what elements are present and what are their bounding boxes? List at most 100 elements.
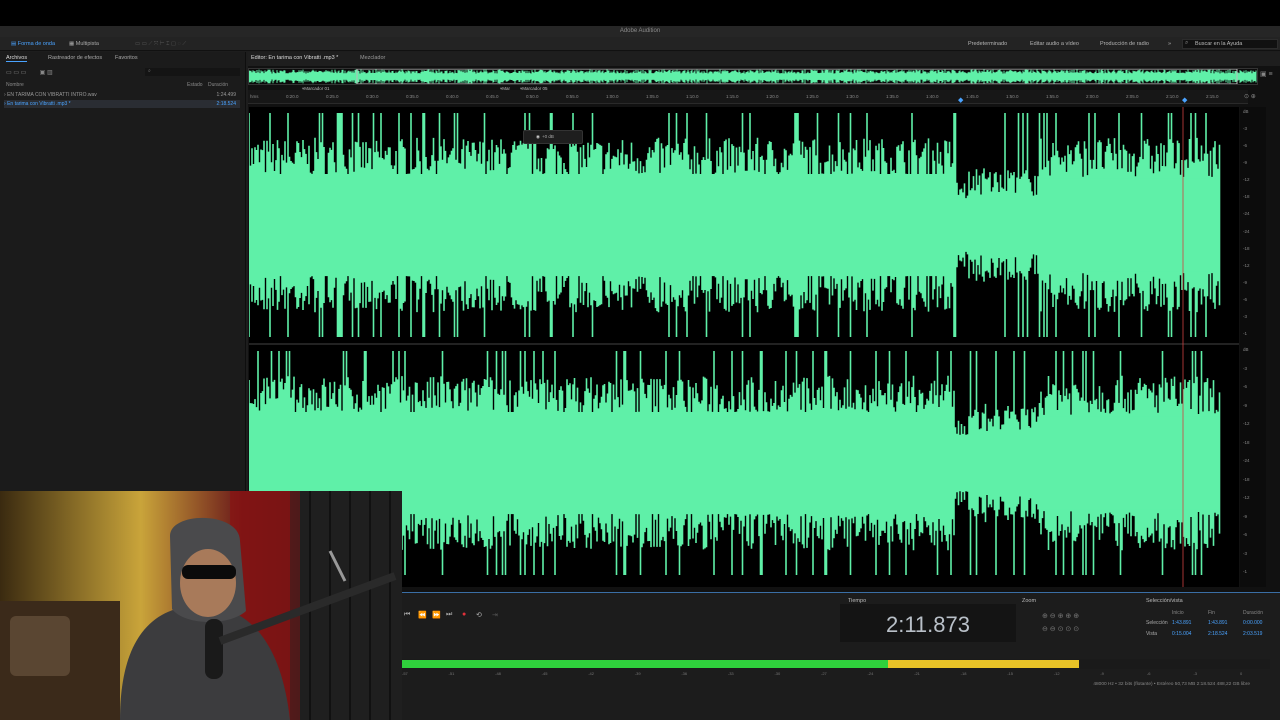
- top-black-bar: [0, 0, 1280, 26]
- waveform-body: [249, 174, 954, 277]
- selection-panel-title: Selección/vista: [1146, 598, 1183, 604]
- meter-scale-label: -45: [541, 671, 548, 676]
- db-scale-label: -3: [1243, 313, 1248, 319]
- selection-start-value[interactable]: 1:43.891: [1172, 620, 1191, 626]
- help-search-input[interactable]: Buscar en la Ayuda: [1182, 39, 1278, 49]
- marker-label[interactable]: ▾Marcador 05: [520, 86, 548, 92]
- db-scale-label: -3: [1243, 126, 1248, 132]
- tab-editor[interactable]: Editor: En tarima con Vibratti .mp3 *: [251, 55, 338, 61]
- sel-col-duration: Duración: [1243, 610, 1264, 616]
- zoom-buttons[interactable]: ⊕ ⊖ ⊕ ⊕ ⊕ ⊖ ⊖ ⊙ ⊙ ⊙: [1042, 610, 1079, 636]
- workspace-default[interactable]: Predeterminado: [968, 39, 1007, 49]
- db-scale-label: -9: [1243, 513, 1248, 519]
- selection-duration-value[interactable]: 0:00.000: [1243, 620, 1262, 626]
- record-icon[interactable]: ●: [462, 611, 466, 618]
- view-start-value[interactable]: 0:15.004: [1172, 631, 1191, 637]
- column-status-header[interactable]: Estado: [187, 82, 203, 88]
- db-scale-label: -1: [1243, 331, 1248, 336]
- db-scale-label: -9: [1243, 402, 1248, 408]
- playhead-handle[interactable]: ◆: [1182, 96, 1187, 104]
- ruler-tick-label: 1:30.0: [846, 94, 859, 99]
- zoom-fit-icon[interactable]: ▣ ≡: [1260, 70, 1273, 78]
- search-icon: ⌕: [1185, 40, 1189, 46]
- ruler-tick-label: 2:10.0: [1166, 94, 1179, 99]
- workspace-radio[interactable]: Producción de radio: [1100, 39, 1149, 49]
- ruler-units: hms: [250, 94, 259, 99]
- ruler-tick-label: 0:55.0: [566, 94, 579, 99]
- waveform-mode-button[interactable]: ▤ Forma de onda: [8, 39, 58, 49]
- current-time-display: 2:11.873: [840, 604, 1016, 642]
- view-end-value[interactable]: 2:18.524: [1208, 631, 1227, 637]
- meter-scale-label: -3: [1193, 671, 1197, 676]
- file-row[interactable]: › EN TARIMA CON VIBRATTI INTRO.wav 1:24.…: [4, 91, 240, 99]
- db-scale-label: -1: [1243, 569, 1248, 574]
- tab-mixer[interactable]: Mezclador: [360, 55, 385, 61]
- file-row[interactable]: › En tarima con Vibratti .mp3 * 2:18.524: [4, 100, 240, 108]
- ruler-tick-label: 1:05.0: [646, 94, 659, 99]
- skip-selection-icon[interactable]: ⇥: [492, 611, 498, 619]
- meter-scale-label: -27: [821, 671, 827, 676]
- meter-scale-label: -48: [495, 671, 501, 676]
- ruler-tick-label: 1:25.0: [806, 94, 819, 99]
- tab-files[interactable]: Archivos: [6, 55, 28, 62]
- ruler-tick-label: 1:55.0: [1046, 94, 1059, 99]
- ruler-tick-label: 1:50.0: [1006, 94, 1019, 99]
- db-scale-label: -3: [1243, 365, 1248, 371]
- workspace-edit-audio-video[interactable]: Editar audio a vídeo: [1030, 39, 1079, 49]
- ruler-options-icon[interactable]: ⊙ ⊕: [1244, 93, 1256, 100]
- loop-icon[interactable]: ⟲: [476, 611, 482, 619]
- webcam-overlay: [0, 491, 402, 720]
- ruler-tick-label: 1:35.0: [886, 94, 899, 99]
- tab-favorites[interactable]: Favoritos: [115, 55, 138, 61]
- meter-scale: -57 -51 -48 -45 -42 -39 -36 -33 -30 -27 -24 -21 -18-…: [402, 671, 1270, 679]
- view-duration-value[interactable]: 2:03.519: [1243, 631, 1262, 637]
- multitrack-icon: ▦: [69, 41, 76, 47]
- rewind-icon[interactable]: ⏪: [418, 611, 427, 619]
- tab-effects-rack[interactable]: Rastreador de efectos: [48, 55, 102, 61]
- overview-wave-path: [248, 69, 1257, 84]
- time-ruler[interactable]: hms 0:20.0 0:25.0 0:30.0 0:35.0 0:40.0 0:45.0…: [248, 86, 1248, 104]
- zoom-panel-title: Zoom: [1022, 598, 1037, 604]
- db-scale-label: -9: [1243, 160, 1248, 166]
- files-panel: Archivos Rastreador de efectos Favoritos…: [0, 52, 246, 492]
- selection-start-handle[interactable]: ◆: [958, 96, 963, 104]
- db-scale-label: dB: [1243, 109, 1249, 114]
- multitrack-mode-button[interactable]: ▦ Multipista: [66, 39, 102, 49]
- skip-back-icon[interactable]: ⏮: [404, 611, 410, 619]
- column-duration-header[interactable]: Duración: [208, 82, 228, 88]
- meter-scale-label: -24: [867, 671, 874, 676]
- waveform-icon: ▤: [11, 41, 18, 47]
- marker-label[interactable]: ▾Mar: [500, 86, 510, 92]
- ruler-tick-label: 1:20.0: [766, 94, 779, 99]
- files-toolbar-icons[interactable]: ▭ ▭ ▭ ▣ ▥: [6, 69, 53, 76]
- main-toolbar: ▤ Forma de onda ▦ Multipista ▭ ▭ ⟋ ⤧ ⊢ ⌶…: [0, 37, 1280, 51]
- selection-end-value[interactable]: 1:43.891: [1208, 620, 1227, 626]
- ruler-tick-label: 1:00.0: [606, 94, 619, 99]
- workspace-overflow-icon[interactable]: »: [1168, 39, 1171, 49]
- overview-waveform[interactable]: [248, 68, 1258, 85]
- ruler-tick-label: 2:00.0: [1086, 94, 1099, 99]
- fast-forward-icon[interactable]: ⏩: [432, 611, 441, 619]
- meter-scale-label: -12: [1053, 671, 1060, 676]
- ruler-tick-label: 0:35.0: [406, 94, 419, 99]
- marker-label[interactable]: ▾Marcador 01: [302, 86, 330, 92]
- ruler-tick-label: 1:40.0: [926, 94, 939, 99]
- db-scale-label: -18: [1243, 439, 1250, 445]
- hud-volume-knob[interactable]: ◉ +0 dB: [523, 130, 583, 144]
- skip-forward-icon[interactable]: ⏭: [446, 611, 452, 619]
- files-filter-input[interactable]: ⌕: [145, 68, 240, 76]
- ruler-tick-label: 1:45.0: [966, 94, 979, 99]
- waveform-body: [1039, 178, 1219, 272]
- ruler-tick-label: 1:15.0: [726, 94, 739, 99]
- column-name-header[interactable]: Nombre: [6, 82, 24, 88]
- meter-scale-label: -57: [402, 671, 408, 676]
- tool-icons[interactable]: ▭ ▭ ⟋ ⤧ ⊢ ⌶ ▢ ◌ ⟋: [132, 39, 189, 49]
- waveform-editor-panel: Editor: En tarima con Vibratti .mp3 * Me…: [248, 52, 1280, 592]
- meter-scale-label: 0: [1240, 671, 1243, 676]
- window-title: Adobe Audition: [0, 26, 1280, 37]
- search-icon: ⌕: [148, 68, 151, 74]
- db-scale-label: -6: [1243, 296, 1248, 302]
- ruler-tick-label: 0:40.0: [446, 94, 459, 99]
- meter-scale-label: -30: [774, 671, 781, 676]
- db-scale-label: -6: [1243, 143, 1248, 149]
